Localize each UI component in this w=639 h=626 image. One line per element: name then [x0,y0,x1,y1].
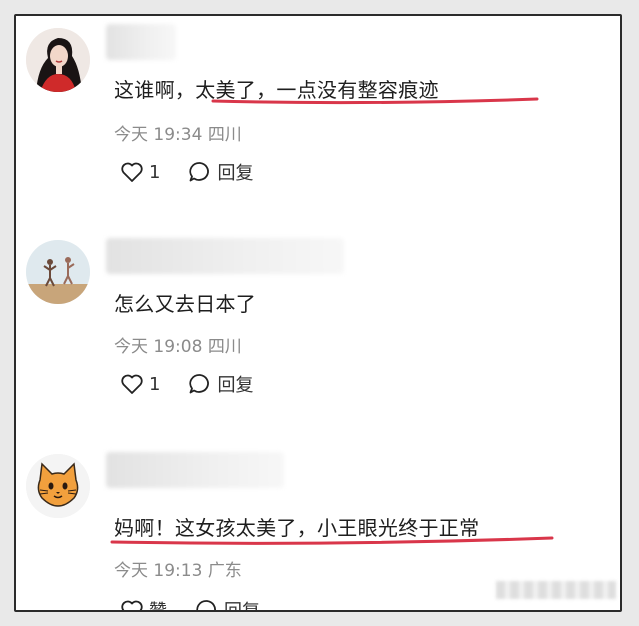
comment-time: 今天 19:08 [114,337,203,357]
comment-meta: 今天 19:08 四川 [114,332,242,357]
comment-actions: 1 回复 [120,159,281,185]
like-label: 赞 [149,601,167,612]
username-blurred[interactable] [106,452,284,488]
comment-location: 四川 [207,125,242,145]
user-avatar[interactable] [26,240,90,304]
comment-actions: 赞 回复 [120,597,288,612]
orange-cat-face-icon [26,454,90,518]
comment-text: 怎么又去日本了 [114,292,257,316]
like-button[interactable]: 赞 [120,597,167,612]
comment-list: 这谁啊，太美了，一点没有整容痕迹 今天 19:34 四川 1 回复 怎么又去日本… [14,14,622,612]
like-button[interactable]: 1 [120,373,160,395]
heart-outline-icon [121,374,143,394]
heart-outline-icon [121,162,143,182]
reply-label: 回复 [224,601,260,612]
comment-location: 四川 [207,337,242,357]
like-button[interactable]: 1 [120,161,160,183]
like-count: 1 [149,161,161,183]
reply-label: 回复 [217,163,254,184]
comment-time: 今天 19:34 [114,125,203,145]
like-count: 1 [149,373,161,395]
red-underline-annotation [211,97,539,105]
heart-outline-icon [121,600,143,610]
user-avatar[interactable] [26,454,90,518]
user-avatar[interactable] [26,28,90,92]
comment-meta: 今天 19:13 广东 [114,556,242,581]
username-blurred[interactable] [106,238,344,274]
comment-actions: 1 回复 [120,371,281,397]
speech-bubble-icon [189,162,210,182]
reply-button[interactable]: 回复 [195,597,260,612]
speech-bubble-icon [189,374,210,394]
comment-meta: 今天 19:34 四川 [114,120,242,145]
red-underline-annotation [110,536,554,545]
comment-location: 广东 [207,561,242,581]
username-blurred[interactable] [106,24,176,60]
reply-button[interactable]: 回复 [188,159,253,185]
reply-label: 回复 [217,375,254,396]
watermark-blurred [496,581,616,599]
speech-bubble-icon [196,600,216,610]
reply-button[interactable]: 回复 [188,371,253,397]
comment-time: 今天 19:13 [114,561,203,581]
